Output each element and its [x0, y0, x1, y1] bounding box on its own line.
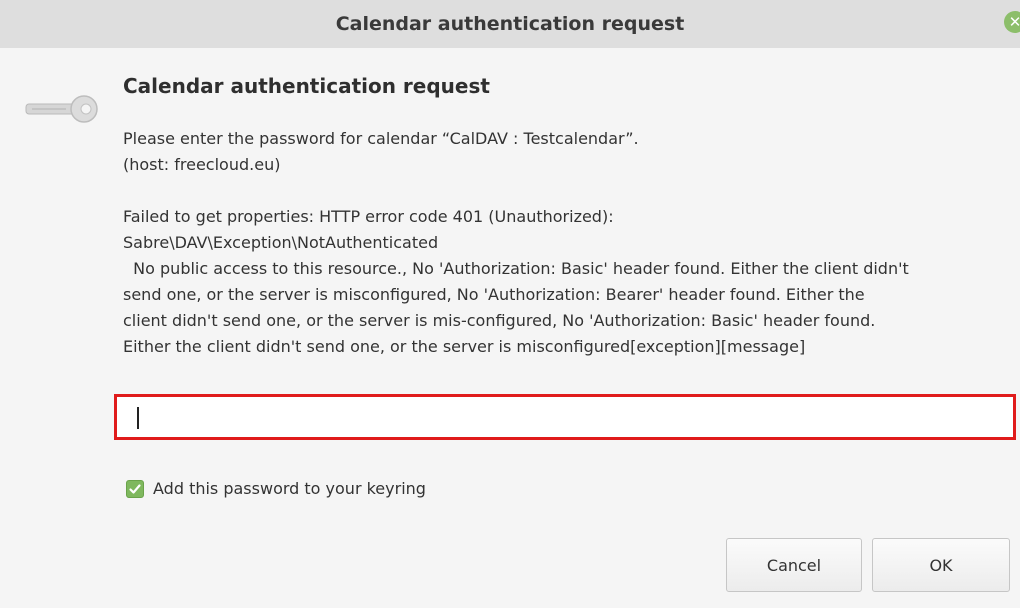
error-line: No public access to this resource., No '… — [123, 259, 909, 278]
checkmark-icon — [129, 483, 141, 494]
error-line: send one, or the server is misconfigured… — [123, 285, 865, 304]
key-icon — [25, 95, 98, 123]
prompt-message: Please enter the password for calendar “… — [123, 126, 1013, 178]
close-icon[interactable]: ✕ — [1004, 11, 1020, 33]
title-bar[interactable]: Calendar authentication request ✕ — [0, 0, 1020, 48]
window-title: Calendar authentication request — [335, 13, 685, 35]
cancel-button[interactable]: Cancel — [726, 538, 862, 592]
auth-dialog-window: Calendar authentication request ✕ Calend… — [0, 0, 1020, 608]
ok-button[interactable]: OK — [872, 538, 1010, 592]
keyring-checkbox[interactable] — [126, 479, 144, 498]
password-input[interactable] — [117, 397, 1013, 437]
host-line: (host: freecloud.eu) — [123, 155, 281, 174]
error-line: Sabre\DAV\Exception\NotAuthenticated — [123, 233, 439, 252]
dialog-content: Calendar authentication request Please e… — [123, 72, 1013, 360]
error-line: Either the client didn't send one, or th… — [123, 337, 806, 356]
error-line: Failed to get properties: HTTP error cod… — [123, 207, 614, 226]
text-caret — [137, 407, 139, 429]
keyring-option[interactable]: Add this password to your keyring — [126, 479, 426, 498]
prompt-line: Please enter the password for calendar “… — [123, 129, 639, 148]
keyring-label: Add this password to your keyring — [153, 479, 426, 498]
dialog-heading: Calendar authentication request — [123, 74, 490, 98]
error-message: Failed to get properties: HTTP error cod… — [123, 204, 1013, 360]
password-field-wrapper — [114, 394, 1016, 440]
error-line: client didn't send one, or the server is… — [123, 311, 876, 330]
